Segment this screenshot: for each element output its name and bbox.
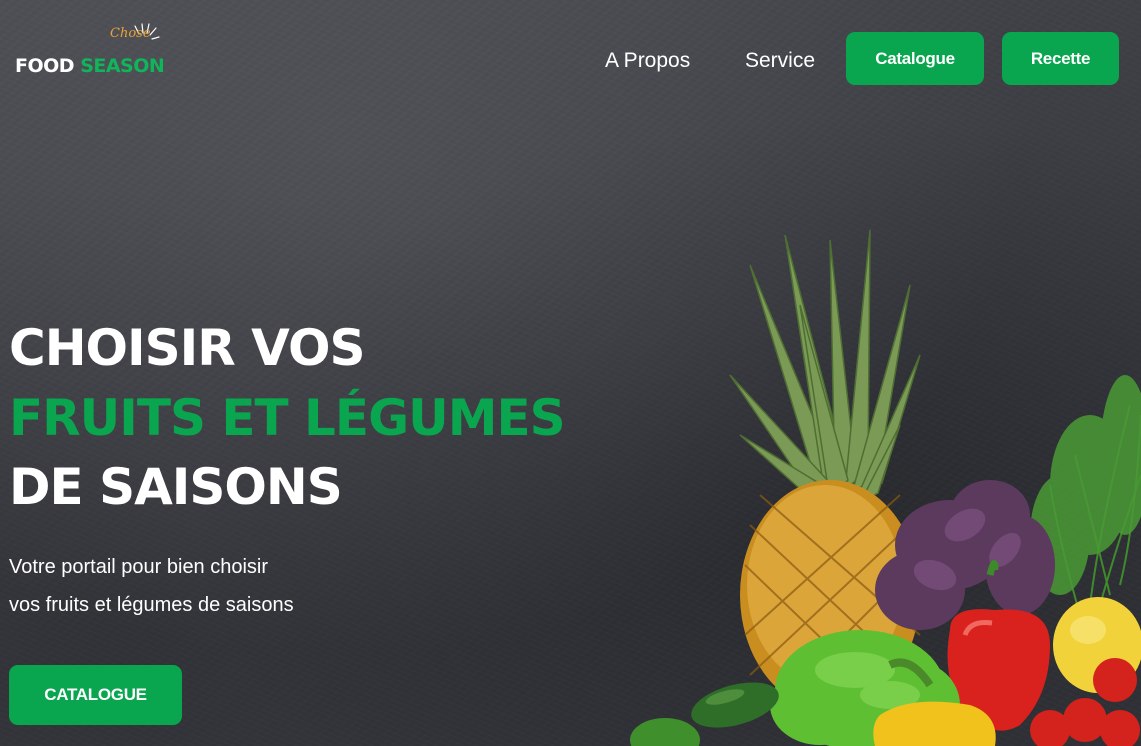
purple-basil xyxy=(875,480,1055,630)
hero-title-line-1: CHOISIR VOS xyxy=(9,319,366,377)
produce-image xyxy=(630,229,1141,746)
hero-title-line-2: FRUITS ET LÉGUMES xyxy=(9,389,566,447)
nav-button-recipe[interactable]: Recette xyxy=(1002,32,1119,85)
logo-word-food: FOOD xyxy=(15,55,75,77)
site-logo[interactable]: Chose FOOD SEASON xyxy=(15,22,175,82)
pineapple-crown xyxy=(729,229,921,509)
hero-subtitle-line-1: Votre portail pour bien choisir xyxy=(9,556,269,578)
nav-button-catalogue[interactable]: Catalogue xyxy=(846,32,984,85)
logo-wordmark: FOOD SEASON xyxy=(15,55,165,77)
hero-title-line-3: DE SAISONS xyxy=(9,458,343,516)
cucumber xyxy=(691,682,779,728)
nav-link-about[interactable]: A Propos xyxy=(605,49,690,73)
catalogue-cta-button[interactable]: CATALOGUE xyxy=(9,665,182,725)
lime xyxy=(630,718,700,746)
logo-word-season: SEASON xyxy=(80,55,165,77)
logo-script-text: Chose xyxy=(110,26,151,41)
nav-link-service[interactable]: Service xyxy=(745,49,815,73)
hero-subtitle-line-2: vos fruits et légumes de saisons xyxy=(9,594,294,616)
